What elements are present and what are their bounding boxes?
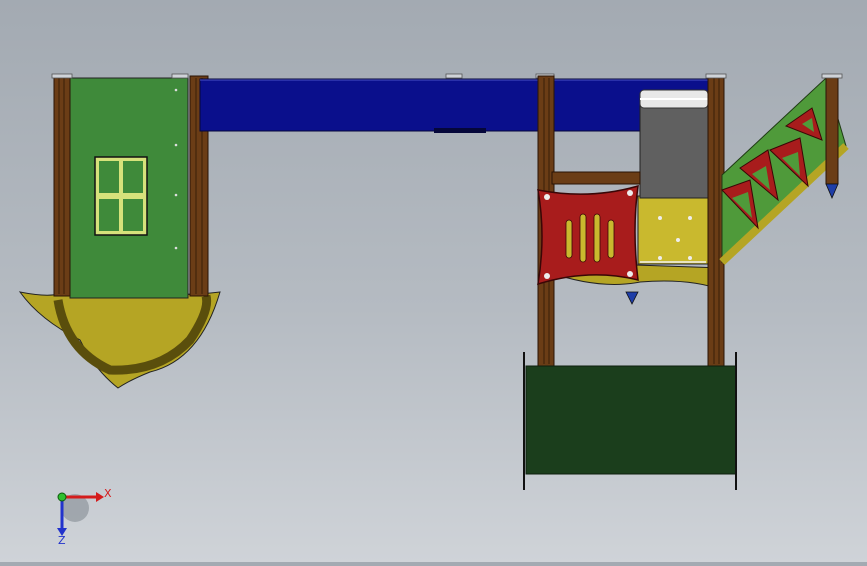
wood-crossbeam (551, 171, 641, 185)
post-cap (171, 73, 189, 79)
post-cap (705, 73, 727, 79)
window-pane (99, 161, 119, 193)
blue-peg (625, 291, 639, 305)
yellow-panel (637, 195, 709, 265)
post-cap (51, 73, 73, 79)
bolt (174, 88, 178, 92)
x-axis-label: X (104, 487, 112, 500)
climbing-net-frame (525, 365, 737, 475)
blue-roof-bridge (199, 73, 709, 133)
z-axis-label: Z (58, 534, 66, 547)
orientation-triad: X Z (57, 487, 112, 547)
wood-post (825, 75, 839, 185)
left-tower (18, 73, 221, 389)
window-pane (99, 199, 119, 231)
post-cap (821, 73, 843, 79)
roof-joint (434, 128, 486, 133)
post-cap (445, 73, 463, 79)
window-pane (123, 161, 143, 193)
blue-peg (825, 183, 839, 200)
roof-panel (199, 78, 709, 132)
right-tower (523, 73, 737, 490)
gray-housing (639, 99, 709, 199)
window-pane (123, 199, 143, 231)
bolt (174, 143, 178, 147)
bolt (174, 246, 178, 250)
cad-viewport[interactable]: X Z (0, 0, 867, 562)
red-climber-panel (537, 184, 639, 286)
wood-post (53, 75, 71, 297)
playground-top-view: X Z (18, 73, 849, 547)
bolt (174, 193, 178, 197)
y-axis-dot (57, 492, 67, 502)
ramp (719, 73, 849, 265)
